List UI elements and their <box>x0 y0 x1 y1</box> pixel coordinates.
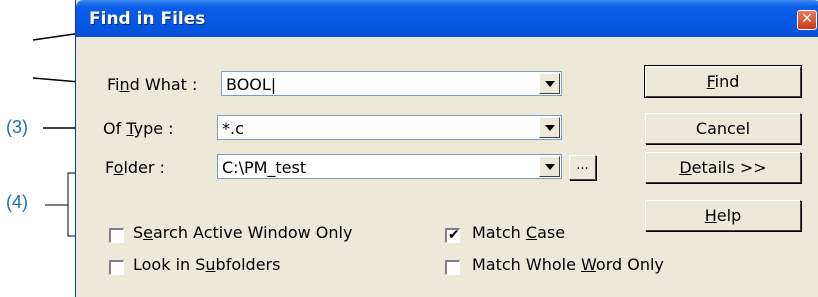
of-type-combo[interactable]: *.c <box>217 115 562 140</box>
match-whole-word-checkbox[interactable] <box>445 260 460 275</box>
find-what-label: Find What : <box>107 75 198 94</box>
annotation-label-3: (3) <box>6 117 28 137</box>
dialog-title: Find in Files <box>89 9 206 29</box>
folder-input[interactable]: C:\PM_test <box>222 158 306 177</box>
close-x-icon: ✕ <box>801 11 813 27</box>
of-type-input[interactable]: *.c <box>222 119 244 138</box>
details-button[interactable]: Details >> <box>645 152 801 183</box>
match-case-label[interactable]: Match Case <box>472 223 565 242</box>
folder-combo[interactable]: C:\PM_test <box>217 154 562 179</box>
find-button[interactable]: Find <box>644 65 802 98</box>
look-in-subfolders-label[interactable]: Look in Subfolders <box>133 255 280 274</box>
folder-label: Folder : <box>105 158 165 177</box>
close-button[interactable]: ✕ <box>797 10 817 30</box>
find-what-dropdown-icon[interactable] <box>539 73 560 94</box>
annotation-label-4: (4) <box>6 192 28 212</box>
browse-button[interactable]: ... <box>569 155 596 180</box>
search-active-window-checkbox[interactable] <box>109 228 124 243</box>
find-in-files-dialog: Find in Files ✕ Find What : BOOL| Of Typ… <box>75 0 818 297</box>
find-what-input[interactable]: BOOL| <box>226 75 276 94</box>
look-in-subfolders-checkbox[interactable] <box>109 260 124 275</box>
checkmark-icon: ✔ <box>448 227 460 243</box>
title-bar[interactable]: Find in Files ✕ <box>76 0 818 37</box>
folder-dropdown-icon[interactable] <box>539 156 560 177</box>
search-active-window-label[interactable]: Search Active Window Only <box>133 223 352 242</box>
help-button[interactable]: Help <box>645 200 801 231</box>
of-type-dropdown-icon[interactable] <box>539 117 560 138</box>
cancel-button[interactable]: Cancel <box>645 113 801 144</box>
of-type-label: Of Type : <box>103 119 174 138</box>
match-case-checkbox[interactable]: ✔ <box>445 227 460 243</box>
find-what-combo[interactable]: BOOL| <box>221 71 562 96</box>
match-whole-word-label[interactable]: Match Whole Word Only <box>472 255 664 274</box>
